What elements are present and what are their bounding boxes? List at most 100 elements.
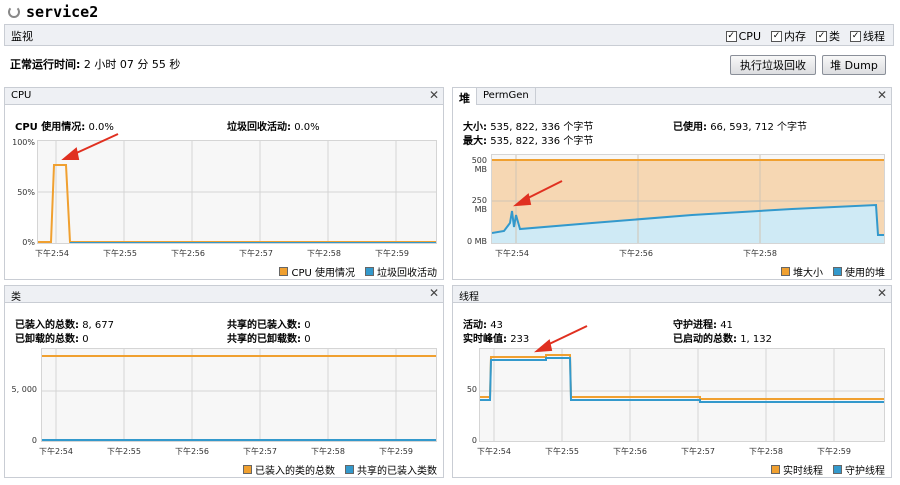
y-tick: 250 MB bbox=[471, 196, 487, 214]
uptime: 正常运行时间: 2 小时 07 分 55 秒 bbox=[10, 56, 180, 72]
x-tick: 下午2:58 bbox=[307, 249, 341, 258]
checkbox-label: 线程 bbox=[863, 30, 885, 43]
classes-panel: 类 ✕ 已装入的总数: 8, 677 已卸载的总数: 0 共享的已装入数: 0 … bbox=[4, 285, 444, 478]
classes-chart-svg bbox=[42, 349, 436, 441]
cpu-panel: CPU ✕ CPU 使用情况: 0.0% 垃圾回收活动: 0.0% 100% 5… bbox=[4, 87, 444, 280]
check-icon: ✓ bbox=[771, 30, 782, 42]
legend-swatch bbox=[833, 465, 842, 474]
x-tick: 下午2:55 bbox=[103, 249, 137, 258]
y-tick: 5, 000 bbox=[11, 385, 37, 394]
stat-label: CPU 使用情况: bbox=[15, 122, 86, 133]
tab-permgen[interactable]: PermGen bbox=[477, 88, 536, 105]
loading-icon bbox=[8, 6, 20, 18]
close-icon[interactable]: ✕ bbox=[877, 286, 887, 300]
heap-size-stat: 大小: 535, 822, 336 个字节 bbox=[463, 118, 593, 133]
legend-label: CPU 使用情况 bbox=[291, 268, 355, 279]
cpu-usage-stat: CPU 使用情况: 0.0% bbox=[15, 118, 114, 133]
legend-item: 实时线程 bbox=[771, 462, 823, 477]
x-tick: 下午2:59 bbox=[379, 447, 413, 456]
stat-value: 66, 593, 712 个字节 bbox=[710, 122, 807, 133]
live-threads-line bbox=[480, 354, 884, 400]
stat-value: 1, 132 bbox=[740, 334, 772, 345]
y-tick: 50% bbox=[17, 188, 35, 197]
legend-label: 共享的已装入类数 bbox=[357, 466, 437, 477]
checkbox-label: 类 bbox=[829, 30, 840, 43]
legend-item: 已装入的类的总数 bbox=[243, 462, 335, 477]
checkbox-classes[interactable]: ✓ 类 bbox=[816, 28, 840, 44]
x-tick: 下午2:54 bbox=[39, 447, 73, 456]
checkbox-threads[interactable]: ✓ 线程 bbox=[850, 28, 885, 44]
heap-chart-svg bbox=[491, 155, 884, 243]
close-icon[interactable]: ✕ bbox=[429, 88, 439, 102]
y-tick: 100% bbox=[12, 138, 35, 147]
legend-label: 已装入的类的总数 bbox=[255, 466, 335, 477]
close-icon[interactable]: ✕ bbox=[877, 88, 887, 102]
monitor-bar: 监视 ✓ CPU ✓ 内存 ✓ 类 ✓ 线程 bbox=[4, 24, 894, 46]
threads-legend: 实时线程 守护线程 bbox=[771, 462, 885, 477]
threads-panel: 线程 ✕ 活动: 43 实时峰值: 233 守护进程: 41 已启动的总数: 1… bbox=[452, 285, 892, 478]
y-tick: 50 bbox=[466, 385, 477, 394]
cpu-chart bbox=[37, 140, 437, 244]
started-threads-stat: 已启动的总数: 1, 132 bbox=[673, 330, 772, 345]
legend-label: 堆大小 bbox=[793, 268, 823, 279]
legend-swatch bbox=[243, 465, 252, 474]
stat-value: 535, 822, 336 个字节 bbox=[490, 136, 594, 147]
heap-dump-button[interactable]: 堆 Dump bbox=[822, 55, 886, 75]
threads-chart-svg bbox=[480, 349, 884, 441]
stat-value: 233 bbox=[510, 334, 530, 345]
classes-panel-header: 类 ✕ bbox=[5, 286, 443, 303]
heap-max-stat: 最大: 535, 822, 336 个字节 bbox=[463, 132, 593, 147]
checkbox-cpu[interactable]: ✓ CPU bbox=[725, 28, 761, 44]
live-threads-stat: 活动: 43 bbox=[463, 316, 503, 331]
heap-panel: 堆 PermGen ✕ 大小: 535, 822, 336 个字节 最大: 53… bbox=[452, 87, 892, 280]
close-icon[interactable]: ✕ bbox=[429, 286, 439, 300]
monitor-checkboxes: ✓ CPU ✓ 内存 ✓ 类 ✓ 线程 bbox=[725, 28, 885, 44]
x-tick: 下午2:57 bbox=[239, 249, 273, 258]
peak-threads-stat: 实时峰值: 233 bbox=[463, 330, 529, 345]
stat-label: 已启动的总数: bbox=[673, 334, 737, 345]
heap-used-stat: 已使用: 66, 593, 712 个字节 bbox=[673, 118, 807, 133]
y-tick: 0 bbox=[471, 436, 477, 445]
gc-activity-stat: 垃圾回收活动: 0.0% bbox=[227, 118, 320, 133]
legend-label: 使用的堆 bbox=[845, 268, 885, 279]
stat-value: 0 bbox=[304, 334, 311, 345]
classes-panel-title: 类 bbox=[11, 292, 21, 303]
x-tick: 下午2:57 bbox=[681, 447, 715, 456]
x-tick: 下午2:59 bbox=[375, 249, 409, 258]
y-tick: 0% bbox=[22, 238, 35, 247]
loaded-classes-stat: 已装入的总数: 8, 677 bbox=[15, 316, 114, 331]
x-tick: 下午2:58 bbox=[311, 447, 345, 456]
check-icon: ✓ bbox=[725, 30, 737, 42]
perform-gc-button[interactable]: 执行垃圾回收 bbox=[730, 55, 816, 75]
stat-value: 0.0% bbox=[294, 122, 320, 133]
stat-label: 垃圾回收活动: bbox=[227, 122, 291, 133]
check-icon: ✓ bbox=[816, 30, 827, 42]
x-tick: 下午2:55 bbox=[545, 447, 579, 456]
threads-panel-header: 线程 ✕ bbox=[453, 286, 891, 303]
legend-label: 守护线程 bbox=[845, 466, 885, 477]
legend-swatch bbox=[781, 267, 790, 276]
legend-swatch bbox=[365, 267, 374, 276]
checkbox-memory[interactable]: ✓ 内存 bbox=[771, 28, 806, 44]
stat-value: 0.0% bbox=[88, 122, 114, 133]
checkbox-label: 内存 bbox=[784, 30, 806, 43]
legend-label: 实时线程 bbox=[783, 466, 823, 477]
legend-item: 共享的已装入类数 bbox=[345, 462, 437, 477]
classes-legend: 已装入的类的总数 共享的已装入类数 bbox=[243, 462, 437, 477]
x-tick: 下午2:55 bbox=[107, 447, 141, 456]
window-title: service2 bbox=[8, 2, 98, 22]
legend-item: 堆大小 bbox=[781, 264, 823, 279]
shared-unloaded-stat: 共享的已卸载数: 0 bbox=[227, 330, 311, 345]
daemon-threads-line bbox=[480, 357, 884, 403]
x-tick: 下午2:59 bbox=[817, 447, 851, 456]
x-tick: 下午2:56 bbox=[171, 249, 205, 258]
heap-panel-header: 堆 PermGen ✕ bbox=[453, 88, 891, 105]
cpu-panel-header: CPU ✕ bbox=[5, 88, 443, 105]
legend-swatch bbox=[833, 267, 842, 276]
legend-item: 使用的堆 bbox=[833, 264, 885, 279]
y-tick: 500 MB bbox=[471, 156, 487, 174]
legend-label: 垃圾回收活动 bbox=[377, 268, 437, 279]
y-tick: 0 MB bbox=[466, 237, 487, 246]
tab-heap[interactable]: 堆 bbox=[453, 88, 477, 105]
y-tick: 0 bbox=[31, 436, 37, 445]
